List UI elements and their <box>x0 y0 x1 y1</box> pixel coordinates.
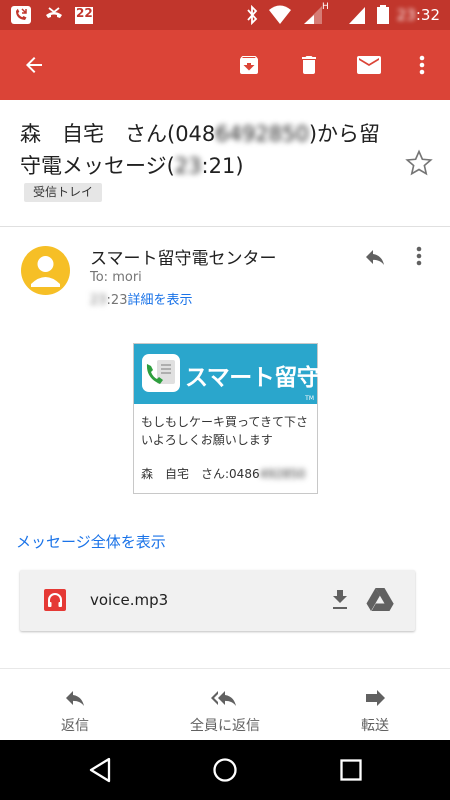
card-header: スマート留守電 TM <box>134 344 342 404</box>
avatar[interactable] <box>21 246 70 295</box>
star-icon[interactable] <box>404 148 434 182</box>
missed-call-app-icon <box>10 5 32 29</box>
forward-icon <box>363 686 387 714</box>
battery-icon <box>377 5 389 29</box>
reply-all-label: 全員に返信 <box>190 718 260 734</box>
sent-time: 23:23詳細を表示 <box>90 289 192 308</box>
forward-label: 転送 <box>361 718 389 734</box>
reply-button[interactable]: 返信 <box>0 669 150 741</box>
attachment-item[interactable]: voice.mp3 <box>20 570 415 631</box>
card-signature: 森 自宅 さん:0486492850 <box>141 465 305 482</box>
subject-hidden-hour: 23 <box>174 154 202 178</box>
reply-all-button[interactable]: 全員に返信 <box>150 669 300 741</box>
sender-name: スマート留守電センター <box>90 249 277 269</box>
signal-icon: H <box>298 2 329 29</box>
voicemail-transcript: もしもしケーキ買ってきて下さいよろしくお願いします <box>141 415 309 447</box>
reply-icon[interactable] <box>361 245 389 273</box>
phone-logo-icon <box>142 354 180 392</box>
back-arrow-icon[interactable] <box>18 49 50 81</box>
status-time-minutes: :32 <box>415 6 440 24</box>
signal-strength-icon <box>347 5 367 29</box>
recents-square-icon[interactable] <box>338 756 364 788</box>
missed-call-icon <box>43 5 65 29</box>
delete-icon[interactable] <box>293 49 325 81</box>
recipient-line: To: mori <box>90 270 142 285</box>
home-circle-icon[interactable] <box>211 756 239 788</box>
download-icon[interactable] <box>328 587 352 617</box>
archive-icon[interactable] <box>233 49 265 81</box>
drive-icon[interactable] <box>366 586 394 616</box>
message-more-icon[interactable] <box>415 244 423 272</box>
reply-all-icon <box>209 686 241 714</box>
more-vert-icon[interactable] <box>406 49 438 81</box>
show-full-message-link[interactable]: メッセージ全体を表示 <box>16 531 166 552</box>
forward-button[interactable]: 転送 <box>300 669 450 741</box>
voicemail-card: スマート留守電 TM もしもしケーキ買ってきて下さいよろしくお願いします 森 自… <box>133 343 342 494</box>
sent-time-hidden: 23 <box>90 293 107 308</box>
show-details-link[interactable]: 詳細を表示 <box>127 293 192 308</box>
subject-text-1: 森 自宅 さん(048 <box>20 122 216 146</box>
signature-text: 森 自宅 さん:0486 <box>141 467 260 481</box>
subject-text-3: :21) <box>201 154 244 178</box>
calendar-day: 22 <box>76 6 93 20</box>
sent-time-minutes: :23 <box>106 293 128 308</box>
action-bar: 返信 全員に返信 転送 <box>0 668 450 740</box>
email-subject: 森 自宅 さん(0486492850)から留守電メッセージ(23:21) <box>20 118 390 182</box>
signature-hidden-number: 492850 <box>259 467 306 481</box>
calendar-icon: 22 <box>74 5 94 29</box>
audio-file-icon <box>44 589 66 615</box>
status-time: 23:32 <box>397 6 440 24</box>
bluetooth-icon <box>245 4 259 29</box>
reply-action-icon <box>62 686 88 714</box>
wifi-icon <box>268 5 292 29</box>
app-bar <box>0 30 450 100</box>
attachment-filename: voice.mp3 <box>90 591 169 609</box>
inbox-label-chip[interactable]: 受信トレイ <box>24 183 103 202</box>
navigation-bar <box>0 740 450 800</box>
back-triangle-icon[interactable] <box>87 756 113 788</box>
mark-unread-icon[interactable] <box>353 49 385 81</box>
network-type-label: H <box>322 2 329 12</box>
reply-label: 返信 <box>61 718 89 734</box>
divider <box>0 226 450 227</box>
card-brand: スマート留守電 <box>185 365 342 391</box>
status-bar: 22 H 23:32 <box>0 0 450 30</box>
status-time-hidden: 23 <box>396 6 416 24</box>
subject-hidden-number: 6492850 <box>215 122 309 146</box>
trademark: TM <box>305 395 314 402</box>
